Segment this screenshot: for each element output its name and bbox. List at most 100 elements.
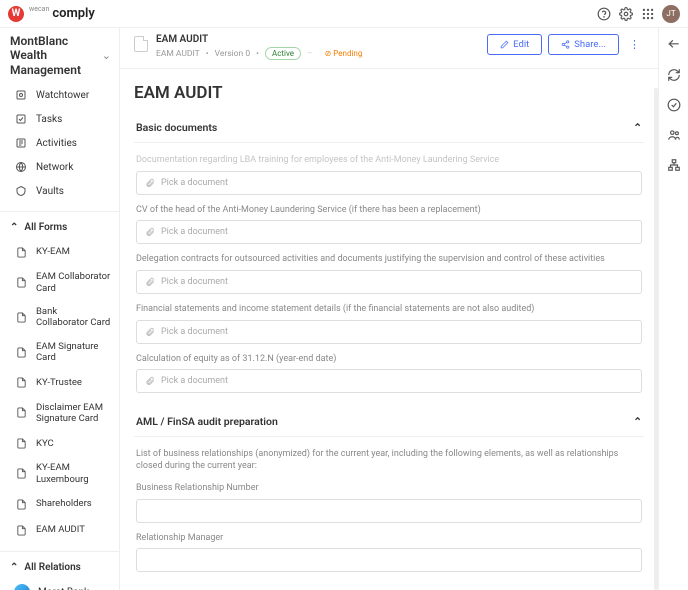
activities-icon bbox=[14, 136, 28, 150]
org-switcher[interactable]: MontBlanc Wealth Management ⌄ bbox=[0, 28, 119, 83]
edit-label: Edit bbox=[513, 39, 529, 50]
document-icon bbox=[14, 376, 28, 390]
chevron-up-icon: ⌃ bbox=[633, 121, 642, 134]
field-label: Documentation regarding LBA training for… bbox=[136, 155, 642, 167]
document-icon bbox=[14, 497, 28, 511]
form-label: KY-EAM Luxembourg bbox=[36, 462, 111, 485]
back-icon[interactable] bbox=[667, 38, 681, 52]
form-label: KY-EAM bbox=[36, 246, 111, 257]
nav-vaults[interactable]: Vaults bbox=[0, 179, 119, 203]
document-icon bbox=[14, 467, 28, 481]
picker-placeholder: Pick a document bbox=[161, 327, 228, 337]
form-item[interactable]: Disclaimer EAM Signature Card bbox=[0, 396, 119, 431]
relation-item[interactable]: Morat Bank bbox=[0, 579, 119, 590]
section-label: All Relations bbox=[24, 562, 80, 573]
settings-icon[interactable] bbox=[616, 4, 636, 24]
nav-label: Tasks bbox=[36, 114, 62, 125]
document-picker[interactable]: Pick a document bbox=[136, 220, 642, 244]
people-icon[interactable] bbox=[667, 128, 681, 142]
breadcrumb: EAM AUDIT bbox=[156, 49, 200, 59]
paperclip-icon bbox=[145, 227, 155, 237]
share-button[interactable]: Share... bbox=[548, 34, 619, 55]
nav-network[interactable]: Network bbox=[0, 155, 119, 179]
brand-name: comply bbox=[52, 6, 95, 21]
network-icon bbox=[14, 160, 28, 174]
document-icon bbox=[14, 345, 28, 359]
chevron-up-icon: ⌃ bbox=[633, 415, 642, 428]
nav-tasks[interactable]: Tasks bbox=[0, 107, 119, 131]
paperclip-icon bbox=[145, 277, 155, 287]
status-badge-active: Active bbox=[265, 47, 301, 60]
form-label: KY-Trustee bbox=[36, 377, 111, 388]
form-item[interactable]: KY-EAM bbox=[0, 239, 119, 265]
share-label: Share... bbox=[574, 39, 606, 50]
section-title: AML / FinSA audit preparation bbox=[136, 415, 278, 428]
form-item[interactable]: EAM Collaborator Card bbox=[0, 265, 119, 300]
chevron-down-icon: ⌄ bbox=[102, 49, 111, 62]
watchtower-icon bbox=[14, 88, 28, 102]
form-item[interactable]: Shareholders bbox=[0, 491, 119, 517]
form-label: EAM AUDIT bbox=[36, 524, 111, 535]
nav-label: Network bbox=[36, 162, 73, 173]
form-item[interactable]: KYC bbox=[0, 430, 119, 456]
document-picker[interactable]: Pick a document bbox=[136, 369, 642, 393]
paperclip-icon bbox=[145, 376, 155, 386]
main-content: EAM AUDIT EAM AUDIT • Version 0 • Active… bbox=[120, 28, 658, 590]
picker-placeholder: Pick a document bbox=[161, 178, 228, 188]
approve-icon[interactable] bbox=[667, 98, 681, 112]
hierarchy-icon[interactable] bbox=[667, 158, 681, 172]
section-label: All Forms bbox=[24, 222, 67, 233]
field-label: Calculation of equity as of 31.12.N (yea… bbox=[136, 354, 642, 366]
sidebar: MontBlanc Wealth Management ⌄ Watchtower… bbox=[0, 28, 120, 590]
picker-placeholder: Pick a document bbox=[161, 376, 228, 386]
document-icon bbox=[14, 310, 28, 324]
form-label: EAM Signature Card bbox=[36, 341, 111, 364]
right-rail bbox=[658, 28, 688, 590]
document-picker[interactable]: Pick a document bbox=[136, 171, 642, 195]
vaults-icon bbox=[14, 184, 28, 198]
field-label: Delegation contracts for outsourced acti… bbox=[136, 254, 642, 266]
form-item[interactable]: EAM Signature Card bbox=[0, 335, 119, 370]
more-button[interactable]: ⋮ bbox=[625, 38, 644, 51]
relationship-manager-input[interactable] bbox=[136, 548, 642, 572]
all-forms-header[interactable]: ⌃ All Forms bbox=[0, 211, 119, 239]
document-icon bbox=[14, 436, 28, 450]
document-icon bbox=[14, 523, 28, 537]
edit-button[interactable]: Edit bbox=[487, 34, 542, 55]
form-label: KYC bbox=[36, 438, 111, 449]
business-relationship-number-input[interactable] bbox=[136, 499, 642, 523]
nav-activities[interactable]: Activities bbox=[0, 131, 119, 155]
doc-title: EAM AUDIT bbox=[156, 34, 479, 45]
form-item[interactable]: KY-EAM Luxembourg bbox=[0, 456, 119, 491]
document-icon bbox=[14, 245, 28, 259]
document-picker[interactable]: Pick a document bbox=[136, 320, 642, 344]
user-avatar[interactable]: JT bbox=[662, 5, 680, 23]
document-picker[interactable]: Pick a document bbox=[136, 270, 642, 294]
scrollbar[interactable] bbox=[654, 88, 658, 590]
nav-label: Vaults bbox=[36, 186, 64, 197]
chevron-icon: ⌃ bbox=[10, 562, 18, 573]
refresh-icon[interactable] bbox=[667, 68, 681, 82]
status-badge-pending: ⊘ Pending bbox=[319, 48, 369, 59]
apps-icon[interactable] bbox=[638, 4, 658, 24]
pencil-icon bbox=[500, 40, 509, 49]
field-label: Relationship Manager bbox=[136, 533, 642, 545]
section-basic-documents[interactable]: Basic documents ⌃ bbox=[134, 113, 644, 143]
form-item[interactable]: Bank Collaborator Card bbox=[0, 300, 119, 335]
version-label: Version 0 bbox=[215, 49, 251, 59]
picker-placeholder: Pick a document bbox=[161, 227, 228, 237]
section-aml-finsa[interactable]: AML / FinSA audit preparation ⌃ bbox=[134, 407, 644, 437]
form-item[interactable]: EAM AUDIT bbox=[0, 517, 119, 543]
field-label: Financial statements and income statemen… bbox=[136, 304, 642, 316]
form-label: Disclaimer EAM Signature Card bbox=[36, 402, 111, 425]
form-item[interactable]: KY-Trustee bbox=[0, 370, 119, 396]
field-label: CV of the head of the Anti-Money Launder… bbox=[136, 205, 642, 217]
picker-placeholder: Pick a document bbox=[161, 277, 228, 287]
document-icon bbox=[14, 276, 28, 290]
brand-logo: W wecan comply bbox=[8, 6, 95, 22]
nav-label: Activities bbox=[36, 138, 77, 149]
help-icon[interactable] bbox=[594, 4, 614, 24]
paperclip-icon bbox=[145, 327, 155, 337]
all-relations-header[interactable]: ⌃ All Relations bbox=[0, 551, 119, 579]
nav-watchtower[interactable]: Watchtower bbox=[0, 83, 119, 107]
